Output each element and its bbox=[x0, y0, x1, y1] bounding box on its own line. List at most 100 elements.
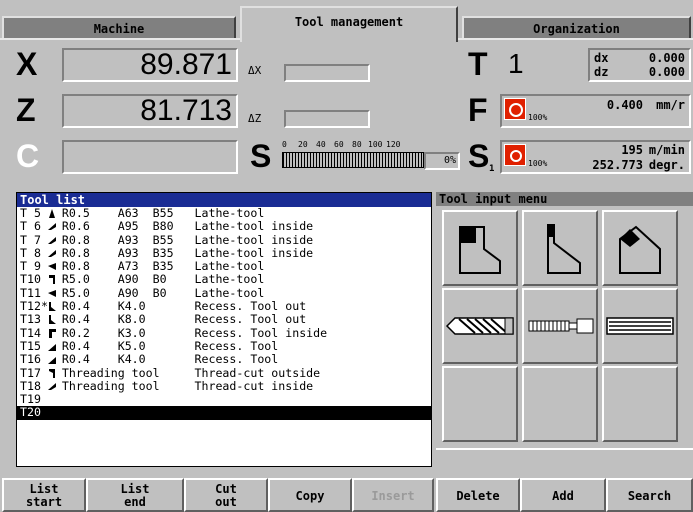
inside-tool-icon bbox=[48, 223, 56, 231]
tool-row-text: T 8 R0.8 A93 B35 Lathe-tool inside bbox=[20, 245, 314, 260]
tool-row-text: T 6 R0.6 A95 B80 Lathe-tool inside bbox=[20, 219, 314, 234]
tool-row-text: T13 R0.4 K8.0 Recess. Tool out bbox=[20, 312, 307, 327]
copy-button[interactable]: Copy bbox=[268, 478, 352, 512]
feed-value: 0.400 bbox=[606, 98, 643, 112]
list-item[interactable]: T11 R5.0 A90 B0 Lathe-tool bbox=[17, 286, 431, 300]
list-item[interactable]: T10 R5.0 A90 B0 Lathe-tool bbox=[17, 273, 431, 286]
feed-override-icon bbox=[504, 98, 526, 120]
inside-tool-icon bbox=[48, 236, 56, 244]
tool-list-title: Tool list bbox=[17, 193, 431, 207]
tool-row-text: T14 R0.2 K3.0 Recess. Tool inside bbox=[20, 325, 328, 340]
add-button[interactable]: Add bbox=[520, 478, 606, 512]
tool-row-text: T20 bbox=[20, 405, 41, 420]
recess-inside-icon bbox=[49, 328, 56, 338]
softkey-label: start bbox=[25, 495, 63, 509]
menu-footer-strip bbox=[436, 448, 693, 464]
list-item[interactable]: T13 R0.4 K8.0 Recess. Tool out bbox=[17, 313, 431, 326]
list-start-button[interactable]: List start bbox=[2, 478, 86, 512]
lathe-tool-button[interactable] bbox=[442, 210, 518, 286]
feed-unit: mm/r bbox=[656, 98, 685, 112]
tab-organization[interactable]: Organization bbox=[462, 16, 691, 38]
reamer-button[interactable] bbox=[602, 288, 678, 364]
list-item[interactable]: T 7 R0.8 A93 B55 Lathe-tool inside bbox=[17, 232, 431, 247]
cut-out-button[interactable]: Cut out bbox=[184, 478, 268, 512]
softkey-label: Search bbox=[627, 489, 672, 503]
tab-machine[interactable]: Machine bbox=[2, 16, 236, 38]
list-item[interactable]: T 6 R0.6 A95 B80 Lathe-tool inside bbox=[17, 220, 431, 233]
empty-menu-button-2[interactable] bbox=[522, 366, 598, 442]
dz-value: 0.000 bbox=[648, 65, 685, 79]
insert-button[interactable]: Insert bbox=[352, 478, 434, 512]
scale-label-100: 100 bbox=[368, 140, 383, 149]
list-item[interactable]: T12* R0.4 K4.0 Recess. Tool out bbox=[17, 299, 431, 314]
spindle-load-bar bbox=[282, 152, 424, 168]
recess-tool-icon bbox=[49, 315, 56, 325]
round-tool-button[interactable] bbox=[602, 210, 678, 286]
list-item[interactable]: T18 Threading tool Thread-cut inside bbox=[17, 378, 431, 393]
list-item[interactable]: T 5 R0.5 A63 B55 Lathe-tool bbox=[17, 206, 431, 220]
scale-label-40: 40 bbox=[316, 140, 326, 149]
tool-row-text: T19 bbox=[20, 392, 41, 407]
tool-number: 1 bbox=[508, 48, 524, 79]
list-item[interactable]: T17 Threading tool Thread-cut outside bbox=[17, 365, 431, 380]
tool-row-text: T 7 R0.8 A93 B55 Lathe-tool inside bbox=[20, 232, 314, 247]
lathe-tool-inside-button[interactable] bbox=[522, 210, 598, 286]
tool-list[interactable]: T 5 R0.5 A63 B55 Lathe-tool T 6 R0.6 A95… bbox=[17, 206, 431, 420]
softkey-label: Delete bbox=[456, 489, 500, 503]
scale-label-0: 0 bbox=[282, 140, 287, 149]
softkey-label: out bbox=[215, 495, 237, 509]
lathe-tool-icon bbox=[459, 226, 501, 274]
dz-label: dz bbox=[594, 65, 609, 79]
list-item[interactable]: T19 bbox=[17, 393, 431, 406]
softkey-label: List bbox=[120, 482, 150, 496]
tool-row-text: T17 Threading tool Thread-cut outside bbox=[20, 365, 321, 380]
lathe-tool-inside-icon bbox=[547, 224, 581, 274]
axis-c-letter: C bbox=[16, 138, 40, 174]
softkey-label: Cut bbox=[215, 482, 237, 496]
tap-icon bbox=[528, 318, 594, 334]
axis-c-value bbox=[62, 140, 238, 174]
scale-label-80: 80 bbox=[352, 140, 362, 149]
delta-z-label: ΔZ bbox=[248, 112, 262, 125]
threading-tool-icon bbox=[48, 382, 56, 390]
angle-unit: degr. bbox=[648, 158, 685, 172]
threading-tool-icon bbox=[49, 368, 55, 378]
scale-label-60: 60 bbox=[334, 140, 344, 149]
empty-menu-button-1[interactable] bbox=[442, 366, 518, 442]
list-item[interactable]: T15 R0.4 K5.0 Recess. Tool bbox=[17, 339, 431, 353]
softkey-label: Add bbox=[552, 489, 574, 503]
list-item[interactable]: T 9 R0.8 A73 B35 Lathe-tool bbox=[17, 260, 431, 273]
axis-z-value: 81.713 bbox=[62, 94, 238, 128]
tool-row-text: T12* R0.4 K4.0 Recess. Tool out bbox=[20, 299, 307, 314]
search-button[interactable]: Search bbox=[606, 478, 693, 512]
list-item-selected[interactable]: T20 bbox=[17, 405, 431, 420]
tool-letter: T bbox=[468, 46, 488, 82]
recess-tool-icon bbox=[48, 343, 56, 351]
axis-x-letter: X bbox=[16, 46, 38, 82]
list-item[interactable]: T14 R0.2 K3.0 Recess. Tool inside bbox=[17, 325, 431, 340]
delete-button[interactable]: Delete bbox=[436, 478, 520, 512]
tool-row-text: T18 Threading tool Thread-cut inside bbox=[20, 378, 314, 393]
dx-label: dx bbox=[594, 51, 609, 65]
spindle-scale: 0 20 40 60 80 100 120 bbox=[282, 140, 416, 152]
spindle-letter: S bbox=[250, 138, 272, 174]
position-display: X 89.871 ΔX Z 81.713 ΔZ C S 0 20 40 60 8… bbox=[0, 38, 693, 184]
softkey-bar: List start List end Cut out Copy Insert Del… bbox=[0, 476, 693, 512]
list-item[interactable]: T 8 R0.8 A93 B35 Lathe-tool inside bbox=[17, 245, 431, 260]
drill-button[interactable] bbox=[442, 288, 518, 364]
tap-button[interactable] bbox=[522, 288, 598, 364]
tab-tool-management[interactable]: Tool management bbox=[240, 6, 458, 42]
delta-z-value bbox=[284, 110, 370, 128]
list-item[interactable]: T16 R0.4 K4.0 Recess. Tool bbox=[17, 353, 431, 366]
softkey-label: Insert bbox=[371, 489, 415, 503]
speed-override: 100% bbox=[528, 159, 548, 168]
reamer-icon bbox=[606, 317, 674, 335]
list-end-button[interactable]: List end bbox=[86, 478, 184, 512]
lathe-tool-icon bbox=[49, 209, 55, 218]
speed-box: 100% 195 m/min 252.773 degr. bbox=[500, 140, 691, 174]
spindle-percent: 0% bbox=[424, 152, 460, 170]
softkey-label: end bbox=[124, 495, 146, 509]
tool-row-text: T16 R0.4 K4.0 Recess. Tool bbox=[20, 352, 279, 367]
tab-bar: Machine Tool management Organization bbox=[0, 0, 693, 42]
empty-menu-button-3[interactable] bbox=[602, 366, 678, 442]
